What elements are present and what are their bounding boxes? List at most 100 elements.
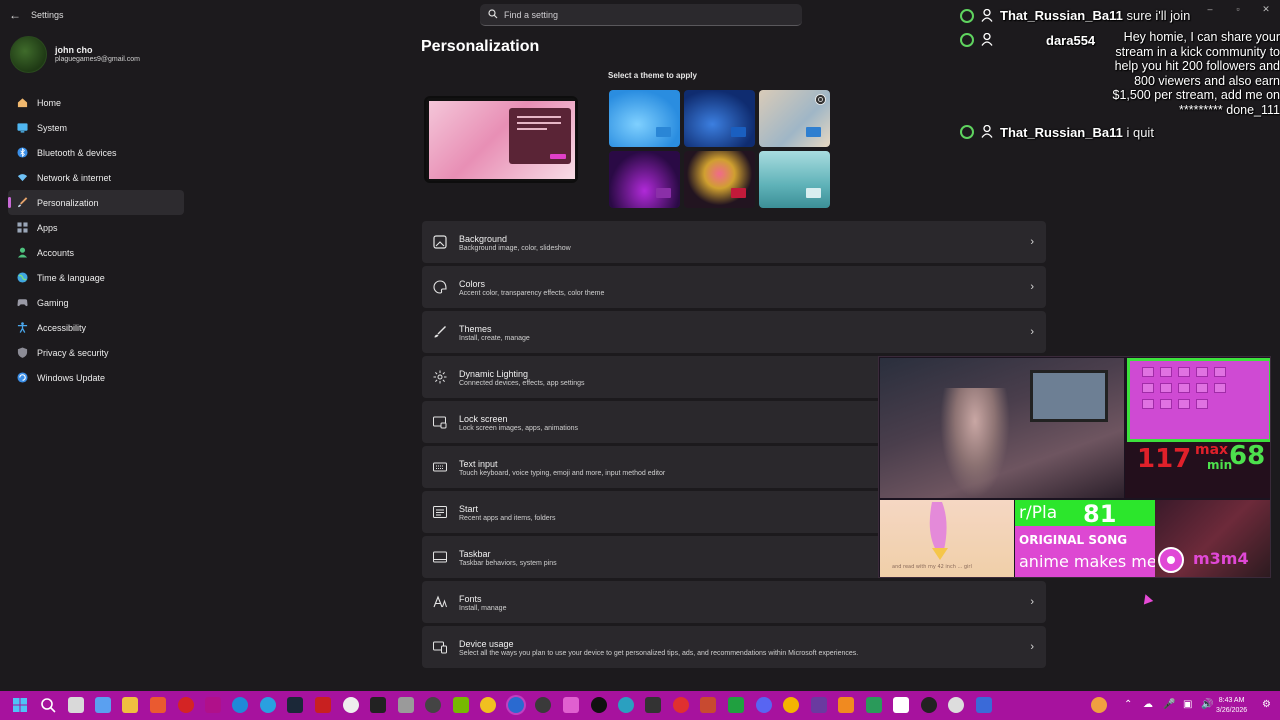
sidebar-item-bluetooth[interactable]: Bluetooth & devices bbox=[8, 140, 184, 165]
row-description: Accent color, transparency effects, colo… bbox=[459, 290, 605, 297]
search-box[interactable] bbox=[480, 4, 802, 26]
brush-icon bbox=[18, 197, 28, 208]
vlc-icon[interactable] bbox=[838, 697, 854, 713]
youtube-icon[interactable] bbox=[673, 697, 689, 713]
sidebar-item-accounts[interactable]: Accounts bbox=[8, 240, 184, 265]
app-icon[interactable] bbox=[645, 697, 661, 713]
app-icon[interactable] bbox=[976, 697, 992, 713]
theme-tile[interactable] bbox=[684, 90, 755, 147]
app-icon[interactable] bbox=[921, 697, 937, 713]
obs-icon[interactable] bbox=[343, 697, 359, 713]
app-icon[interactable] bbox=[563, 697, 579, 713]
chat-message: That_Russian_Ba11 sure i'll join bbox=[1000, 8, 1190, 23]
setting-device-usage[interactable]: Device usage Select all the ways you pla… bbox=[422, 626, 1046, 668]
row-title: Text input bbox=[459, 459, 498, 469]
theme-tile[interactable] bbox=[759, 90, 830, 147]
row-title: Themes bbox=[459, 324, 492, 334]
nvidia-icon[interactable] bbox=[453, 697, 469, 713]
settings-app-icon[interactable] bbox=[508, 697, 524, 713]
sidebar-item-personalization[interactable]: Personalization bbox=[8, 190, 184, 215]
discord-icon[interactable] bbox=[756, 697, 772, 713]
clock[interactable]: 8:43 AM 3/26/2026 bbox=[1216, 696, 1247, 716]
app-icon[interactable] bbox=[728, 697, 744, 713]
taskbar-icon bbox=[433, 551, 447, 563]
home-icon bbox=[17, 98, 28, 108]
app-icon[interactable] bbox=[480, 697, 496, 713]
maximize-button[interactable]: ▫ bbox=[1228, 4, 1248, 16]
theme-tile[interactable] bbox=[759, 151, 830, 208]
app-icon[interactable] bbox=[700, 697, 716, 713]
notepad-icon[interactable] bbox=[893, 697, 909, 713]
epic-games-icon[interactable] bbox=[370, 697, 386, 713]
sidebar-item-network[interactable]: Network & internet bbox=[8, 165, 184, 190]
search-input[interactable] bbox=[504, 4, 794, 25]
volume-icon[interactable]: 🔊 bbox=[1201, 699, 1213, 710]
windows-start-icon[interactable] bbox=[12, 697, 28, 713]
sidebar-item-label: Time & language bbox=[37, 272, 105, 283]
browser-icon[interactable] bbox=[260, 697, 276, 713]
search-icon[interactable] bbox=[40, 697, 56, 713]
sidebar-item-home[interactable]: Home bbox=[8, 90, 184, 115]
sidebar-item-time-language[interactable]: Time & language bbox=[8, 265, 184, 290]
row-title: Dynamic Lighting bbox=[459, 369, 529, 379]
steam-icon[interactable] bbox=[287, 697, 303, 713]
overlay-caption: and read with my 42 inch ... girl bbox=[892, 564, 972, 570]
palette-icon bbox=[433, 280, 447, 294]
app-icon[interactable] bbox=[315, 697, 331, 713]
file-explorer-icon[interactable] bbox=[122, 697, 138, 713]
microphone-icon[interactable]: 🎤 bbox=[1163, 699, 1175, 710]
notification-app-icon[interactable] bbox=[1091, 697, 1107, 713]
app-icon[interactable] bbox=[95, 697, 111, 713]
sidebar-item-apps[interactable]: Apps bbox=[8, 215, 184, 240]
chat-text: Hey homie, I can share your stream in a … bbox=[1112, 30, 1280, 117]
reddit-tag: r/Pla bbox=[1019, 503, 1058, 523]
app-icon[interactable] bbox=[205, 697, 221, 713]
character-icon bbox=[929, 502, 948, 560]
setting-themes[interactable]: Themes Install, create, manage › bbox=[422, 311, 1046, 353]
app-icon[interactable] bbox=[811, 697, 827, 713]
minimize-button[interactable]: – bbox=[1200, 4, 1220, 16]
camera-icon bbox=[815, 94, 826, 105]
taskbar: ⌃ ☁ 🎤 ▣ 🔊 8:43 AM 3/26/2026 ⚙ bbox=[0, 691, 1280, 720]
app-icon[interactable] bbox=[591, 697, 607, 713]
cloud-icon[interactable]: ☁ bbox=[1143, 699, 1153, 710]
chrome-icon[interactable] bbox=[783, 697, 799, 713]
theme-tile[interactable] bbox=[609, 90, 680, 147]
back-arrow-icon[interactable]: ← bbox=[8, 8, 22, 22]
gaming-icon bbox=[17, 299, 28, 307]
art-panel: and read with my 42 inch ... girl bbox=[880, 500, 1014, 577]
notifications-icon[interactable]: ⚙ bbox=[1262, 699, 1271, 710]
update-icon bbox=[17, 372, 28, 383]
sidebar-item-gaming[interactable]: Gaming bbox=[8, 290, 184, 315]
app-icon[interactable] bbox=[150, 697, 166, 713]
setting-colors[interactable]: Colors Accent color, transparency effect… bbox=[422, 266, 1046, 308]
edge-icon[interactable] bbox=[232, 697, 248, 713]
opera-icon[interactable] bbox=[178, 697, 194, 713]
app-icon[interactable] bbox=[948, 697, 964, 713]
sidebar-item-windows-update[interactable]: Windows Update bbox=[8, 365, 184, 390]
row-title: Fonts bbox=[459, 594, 482, 604]
row-title: Colors bbox=[459, 279, 486, 289]
app-icon[interactable] bbox=[535, 697, 551, 713]
page-title: Personalization bbox=[421, 38, 540, 55]
sidebar-item-system[interactable]: System bbox=[8, 115, 184, 140]
webcam-feed bbox=[880, 358, 1124, 498]
sidebar-item-accessibility[interactable]: Accessibility bbox=[8, 315, 184, 340]
chevron-up-icon[interactable]: ⌃ bbox=[1124, 699, 1132, 710]
row-title: Lock screen bbox=[459, 414, 508, 424]
app-icon[interactable] bbox=[398, 697, 414, 713]
task-view-icon[interactable] bbox=[68, 697, 84, 713]
theme-tile[interactable] bbox=[684, 151, 755, 208]
setting-background[interactable]: Background Background image, color, slid… bbox=[422, 221, 1046, 263]
avatar[interactable] bbox=[10, 36, 47, 73]
display-icon[interactable]: ▣ bbox=[1183, 699, 1192, 710]
close-button[interactable]: ✕ bbox=[1256, 4, 1276, 16]
app-icon[interactable] bbox=[618, 697, 634, 713]
app-icon[interactable] bbox=[866, 697, 882, 713]
setting-fonts[interactable]: Fonts Install, manage › bbox=[422, 581, 1046, 623]
app-icon[interactable] bbox=[425, 697, 441, 713]
record-icon bbox=[1158, 547, 1184, 573]
sidebar-item-label: Accounts bbox=[37, 247, 75, 258]
theme-tile[interactable] bbox=[609, 151, 680, 208]
sidebar-item-privacy[interactable]: Privacy & security bbox=[8, 340, 184, 365]
